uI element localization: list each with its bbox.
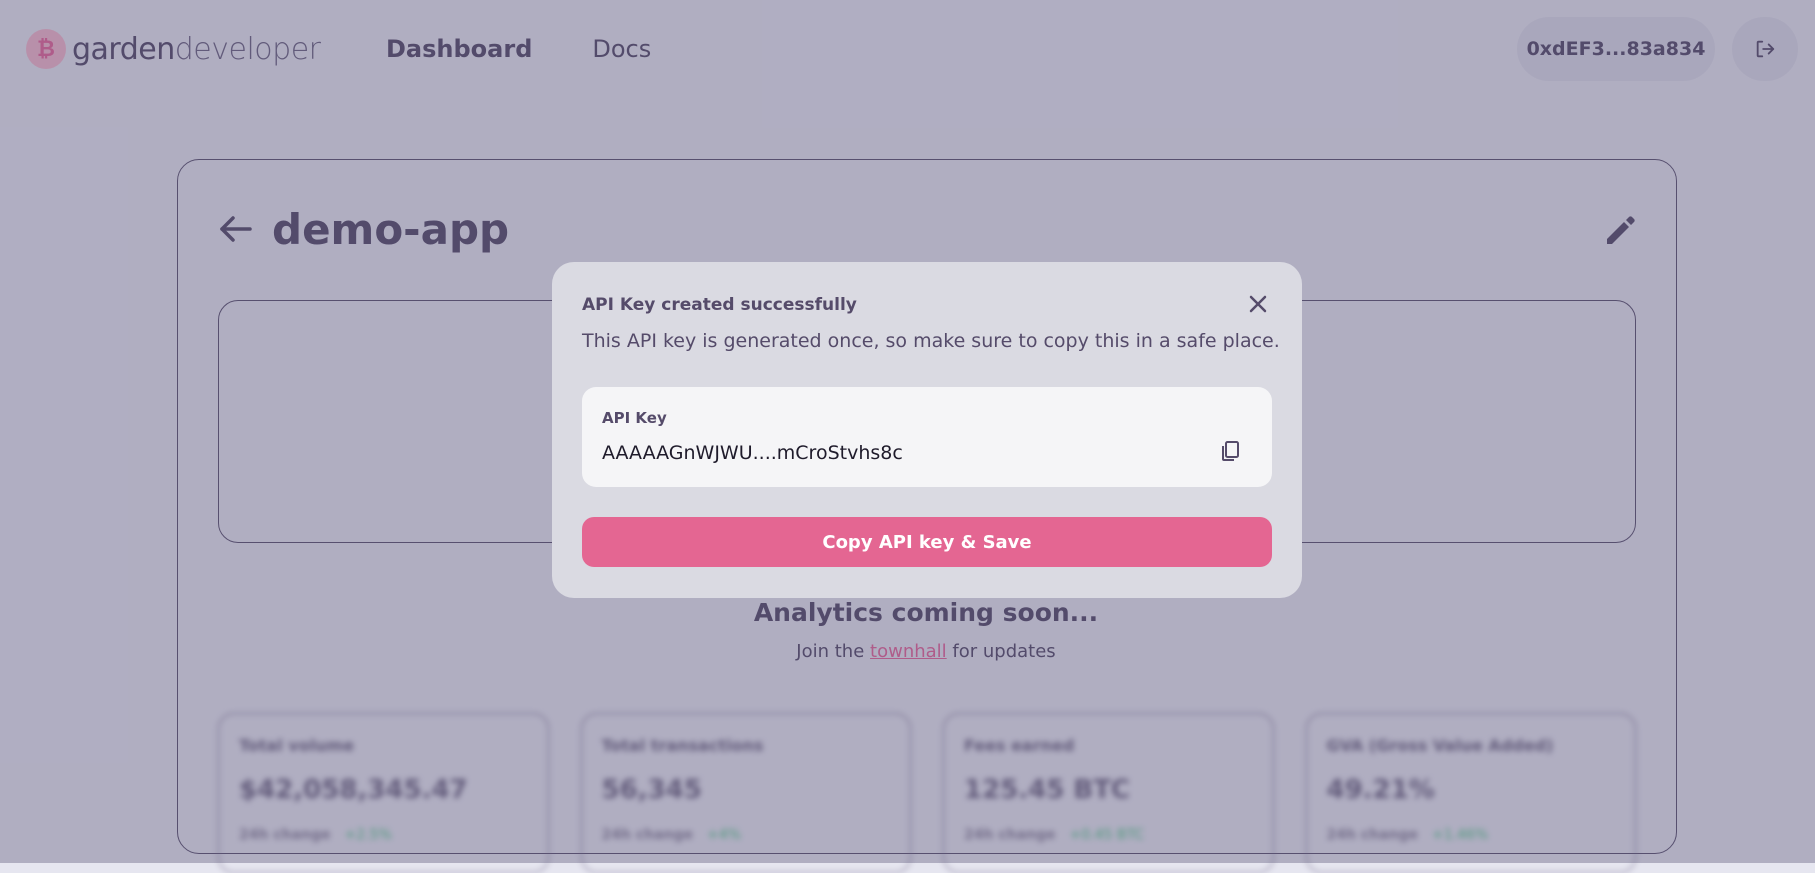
api-key-field: API Key AAAAAGnWJWU....mCroStvhs8c bbox=[582, 387, 1272, 487]
api-key-modal: API Key created successfully This API ke… bbox=[552, 262, 1302, 598]
page: ₿ gardendeveloper Dashboard Docs 0xdEF3.… bbox=[0, 0, 1815, 873]
close-icon[interactable] bbox=[1246, 292, 1270, 316]
modal-description: This API key is generated once, so make … bbox=[582, 330, 1280, 352]
modal-title: API Key created successfully bbox=[582, 295, 857, 315]
copy-api-key-save-button[interactable]: Copy API key & Save bbox=[582, 517, 1272, 567]
api-key-label: API Key bbox=[602, 409, 667, 427]
api-key-value[interactable]: AAAAAGnWJWU....mCroStvhs8c bbox=[602, 442, 903, 464]
copy-icon[interactable] bbox=[1218, 439, 1242, 463]
